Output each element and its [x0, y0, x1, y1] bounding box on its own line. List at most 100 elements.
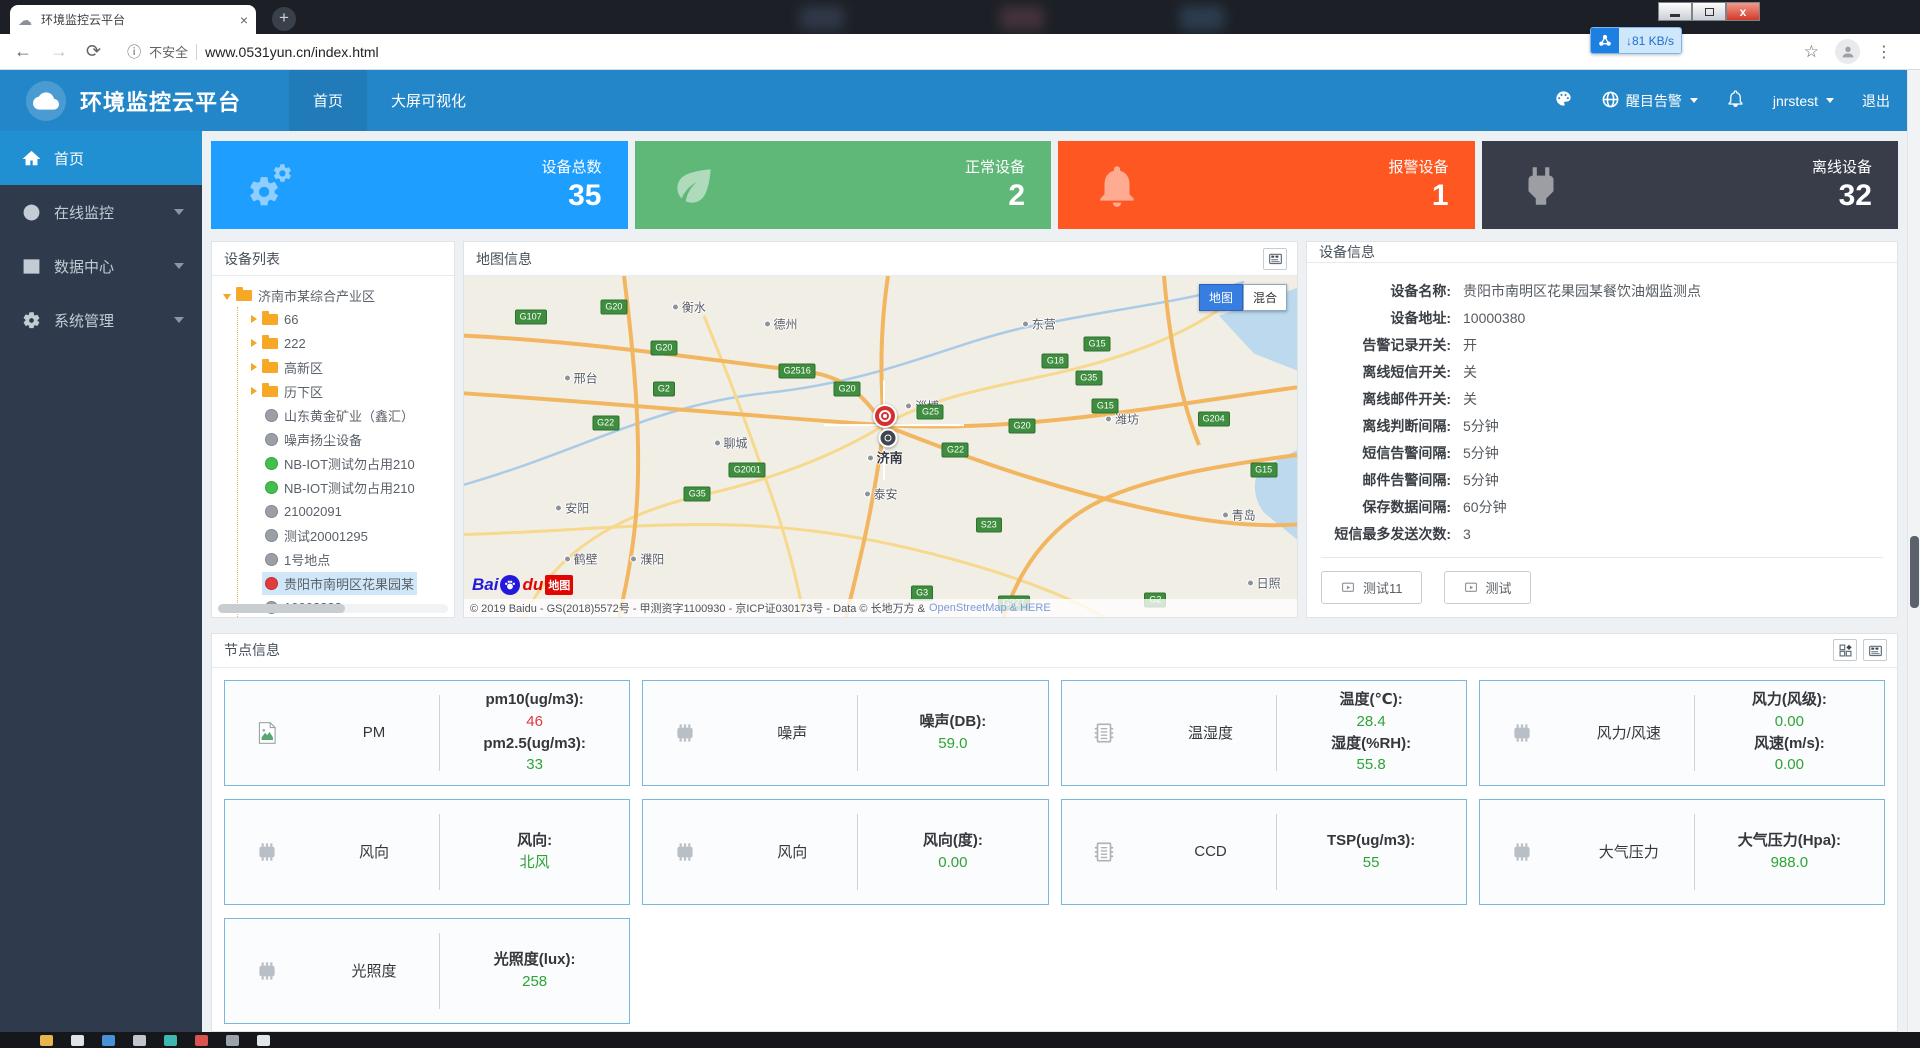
back-icon[interactable]: ←	[14, 41, 32, 62]
metric-label: pm2.5(ug/m3):	[440, 733, 629, 755]
taskbar-icon[interactable]	[102, 1035, 115, 1046]
tree-node[interactable]: NB-IOT测试勿占用210	[238, 475, 454, 499]
expand-arrow-icon[interactable]	[251, 363, 257, 371]
taskbar-icon[interactable]	[133, 1035, 146, 1046]
baidu-paw-icon	[500, 575, 520, 595]
address-bar[interactable]: ⓘ 不安全 www.0531yun.cn/index.html	[127, 42, 1804, 62]
tree-node[interactable]: 21002091	[238, 499, 454, 523]
tree-node[interactable]: 66	[238, 307, 454, 331]
map-road-shield: G18	[1042, 354, 1069, 369]
folder-icon	[262, 314, 278, 325]
field-label: 设备名称:	[1321, 281, 1451, 301]
user-menu[interactable]: jnrstest	[1773, 93, 1834, 109]
attribution-links[interactable]: OpenStreetMap & HERE	[929, 602, 1051, 614]
logout-button[interactable]: 退出	[1862, 91, 1890, 111]
tab-close-icon[interactable]: ×	[240, 12, 248, 28]
reload-icon[interactable]: ⟳	[86, 41, 101, 62]
tree-node[interactable]: NB-IOT测试勿占用210	[238, 451, 454, 475]
map-type-button[interactable]: 混合	[1243, 284, 1287, 311]
tree-node[interactable]: 1号地点	[238, 547, 454, 571]
tree-node[interactable]: 222	[238, 331, 454, 355]
alert-menu[interactable]: 醒目告警	[1601, 90, 1698, 112]
device-status-offline-icon	[265, 529, 278, 542]
folder-icon	[262, 386, 278, 397]
leaf-icon	[669, 161, 719, 211]
taskbar-icon[interactable]	[226, 1035, 239, 1046]
new-tab-button[interactable]: +	[272, 7, 296, 31]
notification-bell-icon[interactable]	[1726, 89, 1745, 113]
globe-icon	[1601, 90, 1620, 112]
forward-icon[interactable]: →	[50, 41, 68, 62]
node-label: 21002091	[284, 504, 342, 519]
page-scrollbar-thumb[interactable]	[1910, 536, 1919, 608]
info-icon[interactable]: ⓘ	[127, 42, 141, 62]
sensor-name: 噪声	[727, 722, 857, 743]
sidebar-item-home[interactable]: 首页	[0, 131, 202, 185]
expand-arrow-icon[interactable]	[251, 315, 257, 323]
tree-node[interactable]: 济南市某综合产业区	[220, 283, 454, 307]
sidebar-item-gear[interactable]: 系统管理	[0, 293, 202, 347]
tree-node[interactable]: 历下区	[238, 379, 454, 403]
horizontal-scrollbar[interactable]	[218, 604, 448, 613]
device-info-row: 离线短信开关: 关	[1321, 358, 1883, 385]
card-view-button[interactable]	[1833, 639, 1857, 661]
chip-icon	[643, 839, 727, 865]
window-restore-button[interactable]	[1692, 2, 1726, 21]
tree-node[interactable]: 高新区	[238, 355, 454, 379]
sensor-name: 风向	[309, 841, 439, 862]
browser-menu-icon[interactable]: ⋮	[1876, 42, 1892, 62]
app-nav-item[interactable]: 首页	[289, 70, 367, 131]
map-city-label: 邢台	[564, 370, 598, 387]
tree-node[interactable]: 测试20001295	[238, 523, 454, 547]
app-logo-cloud-icon	[26, 81, 66, 121]
chip-icon	[225, 958, 309, 984]
chevron-down-icon	[174, 263, 184, 269]
map-road-shield: G15	[1092, 398, 1119, 413]
bookmark-star-icon[interactable]: ☆	[1804, 42, 1819, 62]
tree-node[interactable]: 噪声扬尘设备	[238, 427, 454, 451]
scrollbar-thumb[interactable]	[218, 604, 345, 613]
map-marker-alarm-icon[interactable]	[873, 404, 897, 428]
baidu-logo-text2: du	[522, 575, 543, 595]
list-view-button[interactable]	[1863, 639, 1887, 661]
node-label: 山东黄金矿业（鑫汇）	[284, 406, 414, 425]
map-marker-device-icon[interactable]	[878, 428, 897, 447]
map-city-label: 濮阳	[630, 551, 664, 568]
expand-arrow-icon[interactable]	[223, 294, 231, 300]
profile-avatar[interactable]	[1835, 39, 1860, 64]
url-text[interactable]: www.0531yun.cn/index.html	[205, 44, 379, 60]
expand-arrow-icon[interactable]	[251, 339, 257, 347]
test-button[interactable]: 测试	[1444, 571, 1531, 604]
baidu-map[interactable]: 衡水德州东营淄博潍坊济南聊城泰安青岛邢台安阳鹤壁濮阳日照G107G20G20G2…	[464, 276, 1297, 617]
sidebar-item-grid[interactable]: 数据中心	[0, 239, 202, 293]
app-nav-item[interactable]: 大屏可视化	[367, 70, 490, 131]
metric: 噪声(DB): 59.0	[858, 711, 1047, 755]
node-label: 贵阳市南明区花果园某	[284, 574, 414, 593]
metric-label: 光照度(lux):	[440, 949, 629, 971]
map-detail-view-button[interactable]	[1263, 248, 1287, 270]
map-type-control: 地图混合	[1199, 284, 1287, 311]
taskbar-icon[interactable]	[257, 1035, 270, 1046]
page-scrollbar[interactable]	[1907, 70, 1920, 1032]
window-controls: x	[1658, 2, 1760, 21]
expand-arrow-icon[interactable]	[251, 387, 257, 395]
test-button[interactable]: 测试11	[1321, 571, 1422, 604]
metric-value: 0.00	[858, 852, 1047, 874]
tree-node[interactable]: 山东黄金矿业（鑫汇）	[238, 403, 454, 427]
test-button-label: 测试11	[1363, 578, 1403, 597]
browser-tab[interactable]: ☁ 环境监控云平台 ×	[10, 5, 256, 34]
taskbar-icon[interactable]	[40, 1035, 53, 1046]
taskbar-icon[interactable]	[164, 1035, 177, 1046]
download-speed-widget[interactable]: ↓81 KB/s	[1590, 27, 1682, 54]
window-minimize-button[interactable]	[1658, 2, 1692, 21]
folder-icon	[262, 338, 278, 349]
sidebar-item-globe[interactable]: 在线监控	[0, 185, 202, 239]
tree-node[interactable]: 贵阳市南明区花果园某	[238, 571, 454, 595]
taskbar-icon[interactable]	[195, 1035, 208, 1046]
map-city-label: 青岛	[1222, 506, 1256, 523]
theme-palette-icon[interactable]	[1554, 89, 1573, 113]
desktop-icon-blur	[800, 6, 844, 30]
taskbar-icon[interactable]	[71, 1035, 84, 1046]
window-close-button[interactable]: x	[1726, 2, 1760, 21]
map-type-button[interactable]: 地图	[1199, 284, 1243, 311]
